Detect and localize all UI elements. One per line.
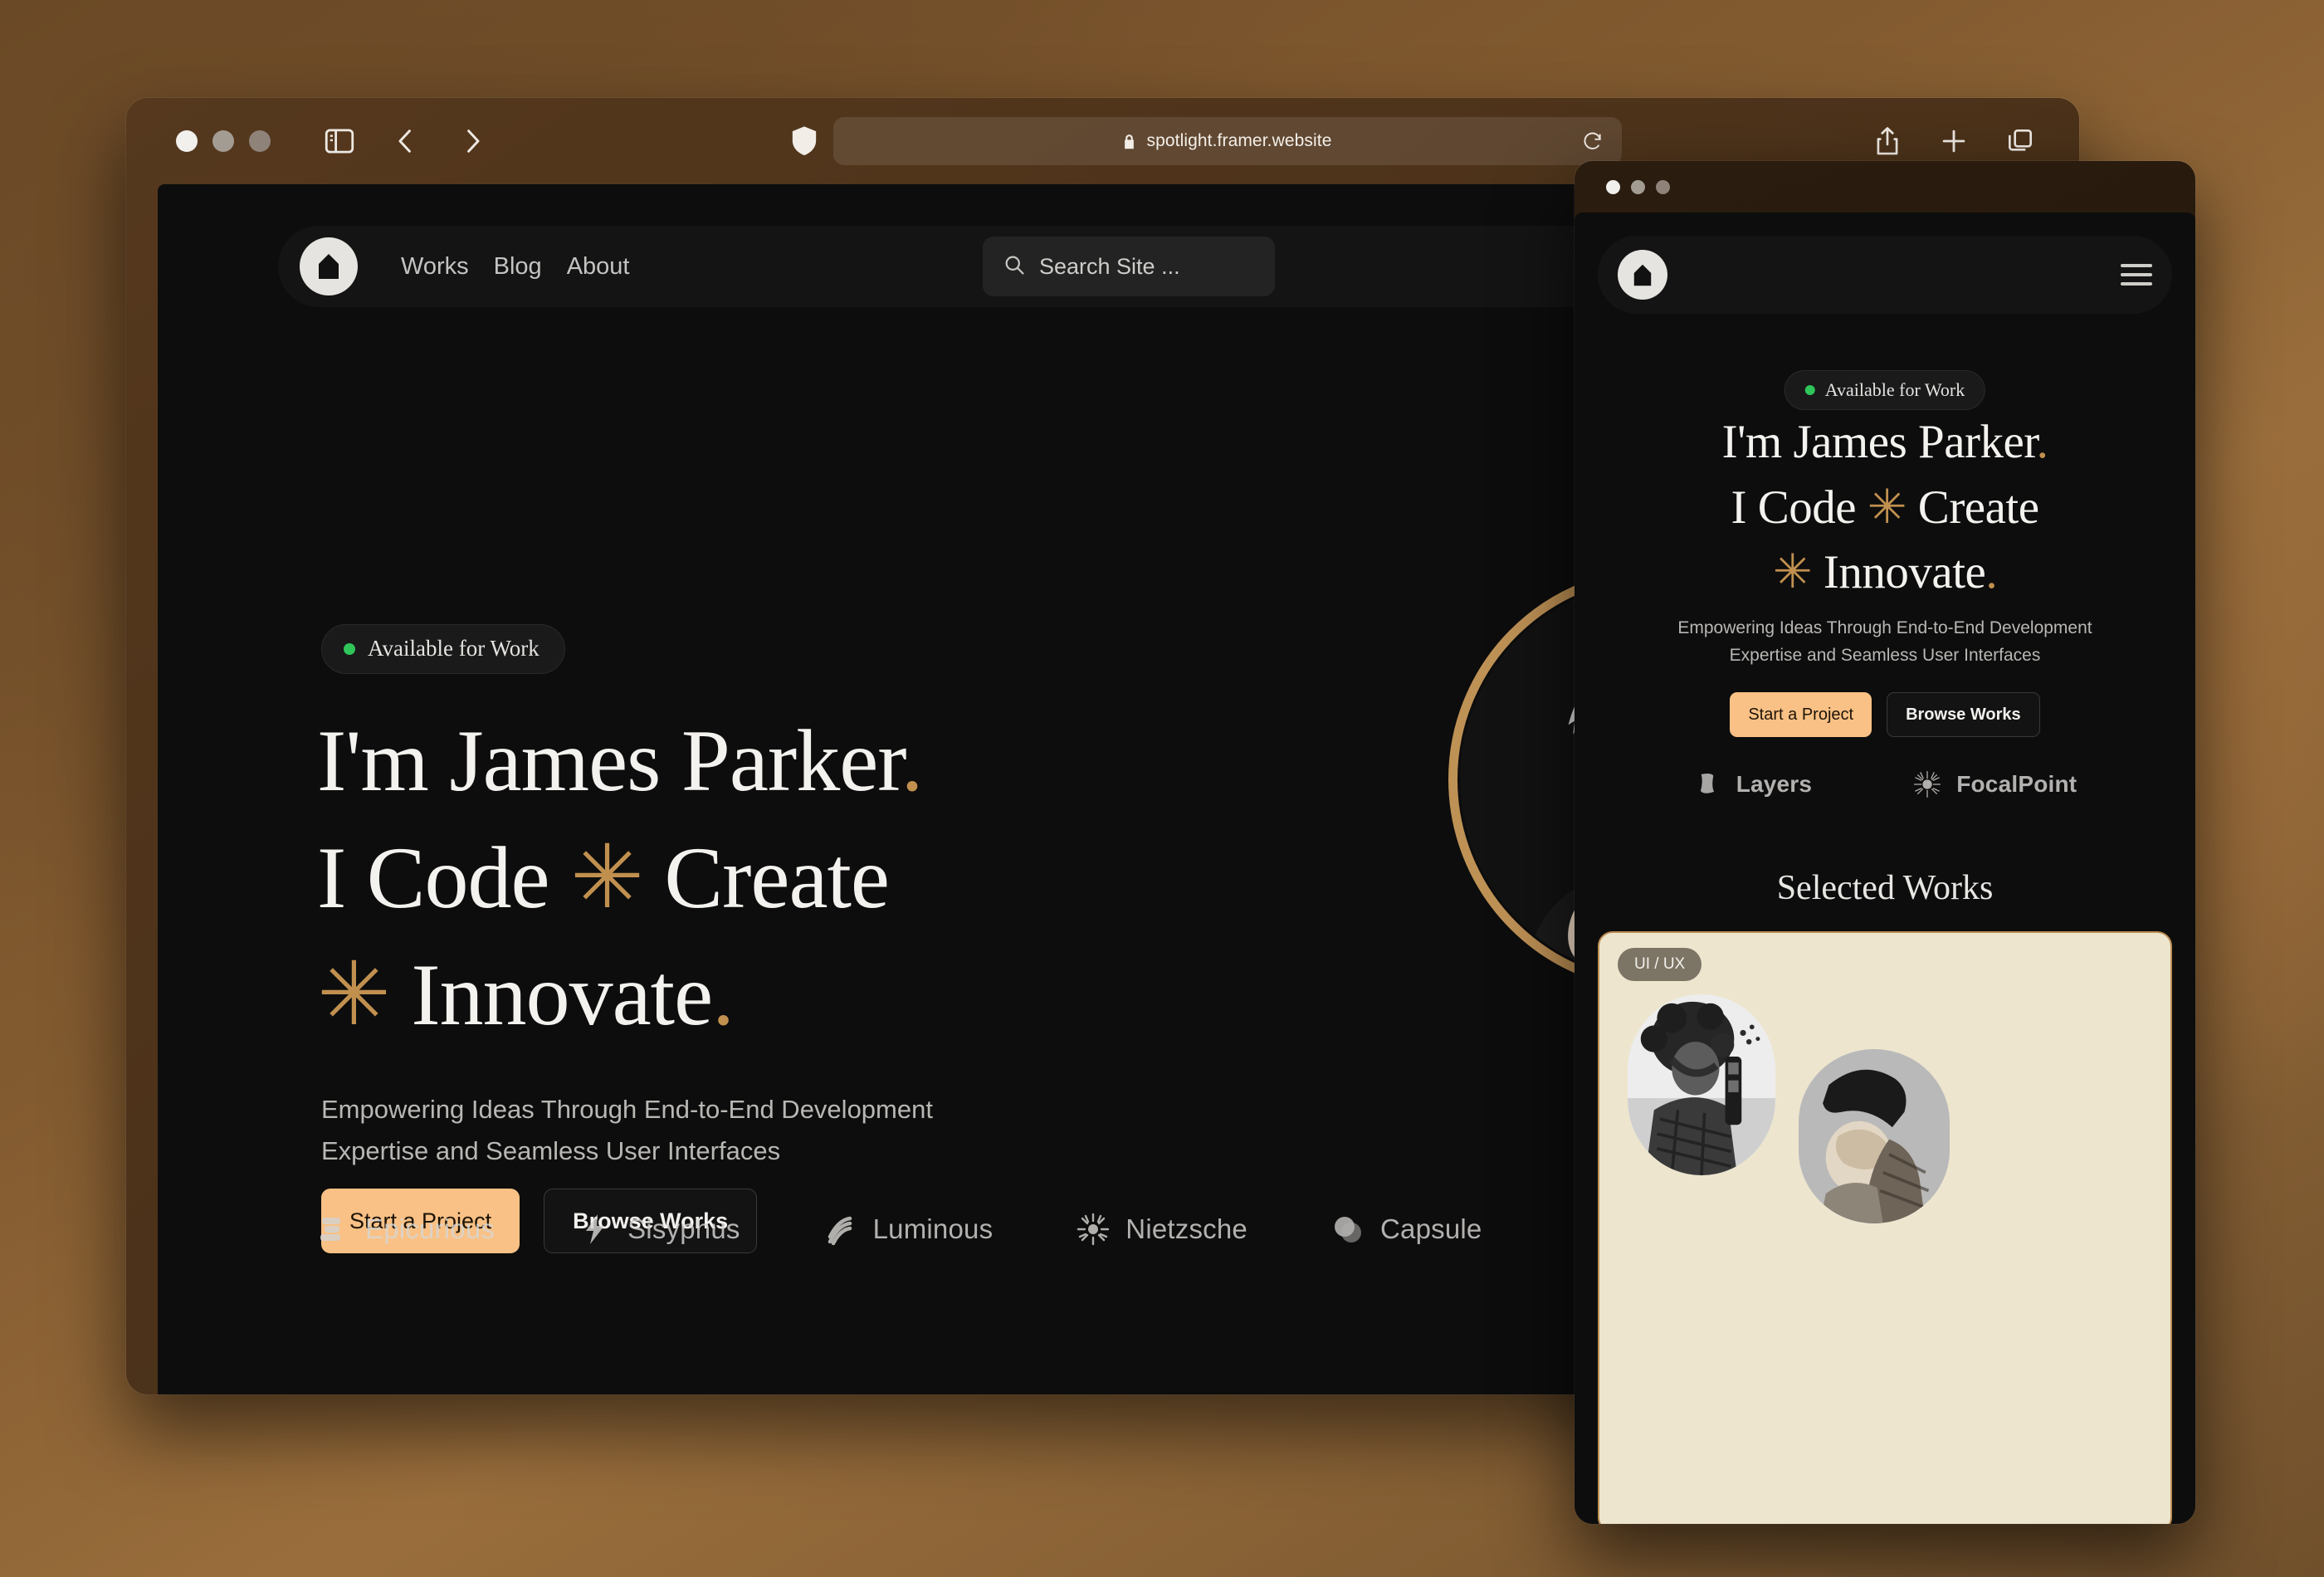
- selected-works-heading: Selected Works: [1776, 869, 1994, 907]
- work-card[interactable]: UI / UX: [1598, 931, 2172, 1524]
- subtitle-line-1: Empowering Ideas Through End-to-End Deve…: [321, 1095, 933, 1124]
- search-placeholder: Search Site ...: [1039, 253, 1180, 279]
- brand-label: Luminous: [872, 1213, 994, 1244]
- headline-innovate: Innovate: [1812, 546, 1986, 599]
- availability-dot-icon: [1804, 385, 1815, 395]
- headline-dot: .: [2036, 416, 2048, 468]
- page-title: I'm James Parker. I Code ✳ Create ✳ Inno…: [317, 703, 1272, 1054]
- status-badge-label: Available for Work: [1824, 379, 1965, 400]
- mobile-headline-line-1: I'm James Parker.: [1575, 410, 2195, 476]
- maximize-window-button[interactable]: [1656, 179, 1670, 194]
- brand-label: FocalPoint: [1956, 771, 2077, 797]
- brand-sisyphus: Sisyphus: [578, 1212, 740, 1247]
- url-text: spotlight.framer.website: [1146, 131, 1332, 150]
- maximize-window-button[interactable]: [249, 130, 271, 152]
- brand-label: Layers: [1736, 771, 1813, 797]
- availability-dot-icon: [344, 642, 355, 655]
- focalpoint-sunburst-logo-icon: [1913, 770, 1941, 798]
- mobile-status-badge: Available for Work: [1784, 370, 1986, 410]
- nav-link-works[interactable]: Works: [401, 253, 469, 281]
- headline-star-1: ✳: [570, 828, 644, 926]
- work-card-photo-right: [1799, 1049, 1950, 1223]
- headline-name: I'm James Parker: [1721, 416, 2038, 468]
- minimize-window-button[interactable]: [212, 130, 234, 152]
- browse-works-button[interactable]: Browse Works: [1887, 692, 2040, 737]
- close-window-button[interactable]: [176, 130, 198, 152]
- back-chevron-icon[interactable]: [388, 124, 423, 159]
- brand-label: Epicurious: [365, 1213, 496, 1244]
- brand-epicurious: Epicurious: [315, 1212, 495, 1247]
- headline-dot-2: .: [712, 945, 734, 1043]
- headline-line-2: I Code ✳ Create: [317, 820, 1272, 937]
- mobile-page-title: I'm James Parker. I Code ✳ Create ✳ Inno…: [1575, 410, 2195, 606]
- reload-icon[interactable]: [1582, 130, 1604, 152]
- home-logo-icon[interactable]: [300, 237, 358, 295]
- sidebar-icon[interactable]: [322, 124, 357, 159]
- nav-link-blog[interactable]: Blog: [494, 253, 542, 281]
- mobile-preview-window: Available for Work I'm James Parker. I C…: [1575, 161, 2195, 1524]
- mobile-headline-line-3: ✳ Innovate.: [1575, 540, 2195, 606]
- status-badge: Available for Work: [321, 624, 565, 674]
- window-traffic-lights[interactable]: [176, 130, 271, 152]
- hero-subtitle: Empowering Ideas Through End-to-End Deve…: [321, 1089, 985, 1172]
- search-icon: [1003, 253, 1026, 281]
- hamburger-menu-icon[interactable]: [2121, 264, 2152, 286]
- brand-luminous: Luminous: [823, 1212, 994, 1247]
- brand-label: Capsule: [1379, 1213, 1482, 1244]
- status-badge-label: Available for Work: [368, 636, 540, 661]
- sisyphus-bolt-logo-icon: [578, 1212, 613, 1247]
- headline-star-2: ✳: [1772, 546, 1813, 599]
- headline-line-1: I'm James Parker.: [317, 703, 1272, 820]
- mobile-window-chrome: [1575, 161, 2195, 212]
- brand-nietzsche: Nietzsche: [1076, 1212, 1247, 1247]
- start-a-project-button[interactable]: Start a Project: [1730, 692, 1872, 737]
- luminous-waves-logo-icon: [823, 1212, 858, 1247]
- brand-label: Sisyphus: [627, 1213, 740, 1244]
- brand-layers: Layers: [1693, 770, 1813, 798]
- brand-focalpoint: FocalPoint: [1913, 770, 2077, 798]
- forward-chevron-icon[interactable]: [455, 124, 490, 159]
- headline-dot: .: [901, 712, 923, 809]
- tab-overview-icon[interactable]: [2004, 125, 2036, 157]
- mobile-website-viewport: Available for Work I'm James Parker. I C…: [1575, 212, 2195, 1524]
- mobile-navigation-bar: [1598, 236, 2172, 314]
- capsule-circles-logo-icon: [1330, 1212, 1365, 1247]
- headline-line-3: ✳ Innovate.: [317, 937, 1272, 1054]
- minimize-window-button[interactable]: [1631, 179, 1645, 194]
- shield-icon[interactable]: [790, 125, 818, 157]
- plus-icon[interactable]: [1938, 125, 1970, 157]
- headline-code: I Code: [317, 828, 571, 926]
- lock-icon: [1123, 134, 1135, 149]
- headline-star-2: ✳: [317, 945, 391, 1043]
- close-window-button[interactable]: [1606, 179, 1620, 194]
- epicurious-logo-icon: [315, 1212, 350, 1247]
- headline-name: I'm James Parker: [317, 712, 902, 809]
- search-input[interactable]: Search Site ...: [983, 237, 1275, 296]
- brand-capsule: Capsule: [1330, 1212, 1482, 1247]
- headline-innovate: Innovate: [389, 945, 713, 1043]
- mobile-headline-line-2: I Code ✳ Create: [1575, 476, 2195, 541]
- address-bar[interactable]: spotlight.framer.website: [833, 117, 1622, 165]
- home-logo-icon[interactable]: [1618, 250, 1667, 300]
- subtitle-line-1: Empowering Ideas Through End-to-End Deve…: [1677, 618, 2092, 637]
- mobile-brand-logo-strip: Layers FocalPoint: [1575, 770, 2195, 798]
- mobile-hero-cta-row: Start a Project Browse Works: [1575, 692, 2195, 737]
- headline-code: I Code: [1731, 481, 1868, 534]
- headline-star-1: ✳: [1867, 481, 1907, 534]
- subtitle-line-2: Expertise and Seamless User Interfaces: [1729, 645, 2041, 665]
- headline-dot-2: .: [1985, 546, 1998, 599]
- brand-label: Nietzsche: [1125, 1213, 1247, 1244]
- nav-links: Works Blog About: [401, 253, 629, 281]
- headline-create: Create: [642, 828, 890, 926]
- work-card-photo-left: [1628, 994, 1775, 1175]
- nav-link-about[interactable]: About: [567, 253, 630, 281]
- share-icon[interactable]: [1872, 125, 1903, 157]
- mobile-hero-subtitle: Empowering Ideas Through End-to-End Deve…: [1608, 615, 2162, 669]
- layers-logo-icon: [1693, 770, 1721, 798]
- headline-create: Create: [1907, 481, 2039, 534]
- subtitle-line-2: Expertise and Seamless User Interfaces: [321, 1136, 781, 1166]
- nietzsche-sunburst-logo-icon: [1076, 1212, 1111, 1247]
- work-card-category-badge: UI / UX: [1618, 948, 1702, 981]
